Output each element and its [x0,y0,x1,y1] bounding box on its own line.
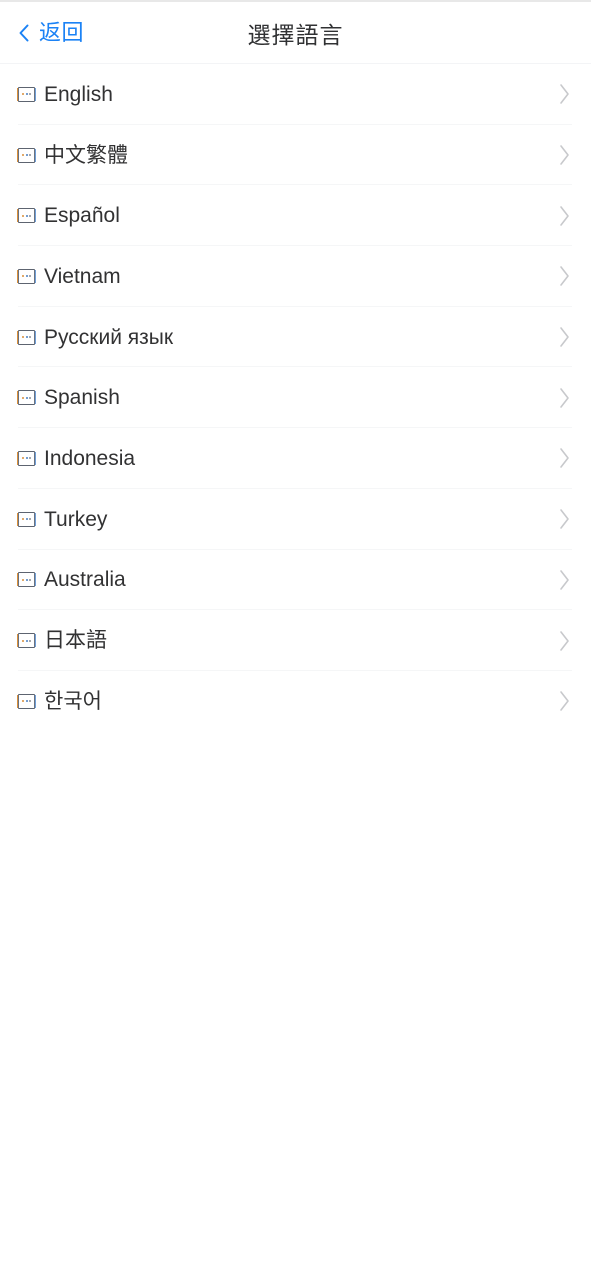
chevron-right-icon [560,84,569,105]
list-item[interactable]: 中文繁體 [0,124,591,186]
broken-image-icon [17,572,36,588]
list-item-label: English [44,82,113,106]
broken-image-icon [17,86,36,102]
broken-image-icon [17,633,36,649]
list-item-label: Turkey [44,507,108,531]
page-title: 選擇語言 [247,21,344,48]
chevron-right-icon [560,630,569,651]
list-item-label: Australia [44,568,126,592]
language-list: English 中文繁體 Español Vietnam Русский язы… [0,64,591,733]
broken-image-icon [17,208,36,224]
list-item[interactable]: Spanish [0,367,591,429]
list-item-label: Indonesia [44,446,136,470]
broken-image-icon [17,147,36,163]
chevron-right-icon [560,448,569,469]
list-item[interactable]: Español [0,185,591,247]
broken-image-icon [17,693,36,709]
broken-image-icon [17,329,36,345]
chevron-right-icon [560,570,569,590]
chevron-right-icon [560,327,569,347]
list-item-label: Русский язык [44,325,174,349]
broken-image-icon [17,390,36,406]
list-item-label: Español [44,204,120,228]
list-item-label: Vietnam [44,264,121,288]
back-button[interactable]: 返回 [18,2,84,63]
empty-content-area [0,732,591,1283]
broken-image-icon [17,511,36,527]
chevron-right-icon [560,691,569,712]
list-item[interactable]: Indonesia [0,428,591,489]
list-item[interactable]: English [0,64,591,125]
chevron-right-icon [560,509,569,529]
broken-image-icon [17,268,36,284]
list-item[interactable]: 日本語 [0,610,591,671]
chevron-left-icon [19,24,29,41]
chevron-right-icon [560,387,569,408]
list-item[interactable]: Vietnam [0,246,591,307]
list-item[interactable]: 한국어 [0,670,591,732]
list-item[interactable]: Turkey [0,488,591,550]
list-item-label: 中文繁體 [44,143,128,167]
chevron-right-icon [560,266,569,287]
list-item[interactable]: Australia [0,549,591,611]
list-item-label: Spanish [44,386,120,410]
navigation-bar: 返回 選擇語言 [0,2,591,64]
chevron-right-icon [560,205,569,226]
chevron-right-icon [560,145,569,165]
list-item-label: 한국어 [44,689,102,713]
back-button-label: 返回 [39,19,85,45]
list-item[interactable]: Русский язык [0,306,591,368]
list-item-label: 日本語 [44,629,107,653]
broken-image-icon [17,450,36,466]
